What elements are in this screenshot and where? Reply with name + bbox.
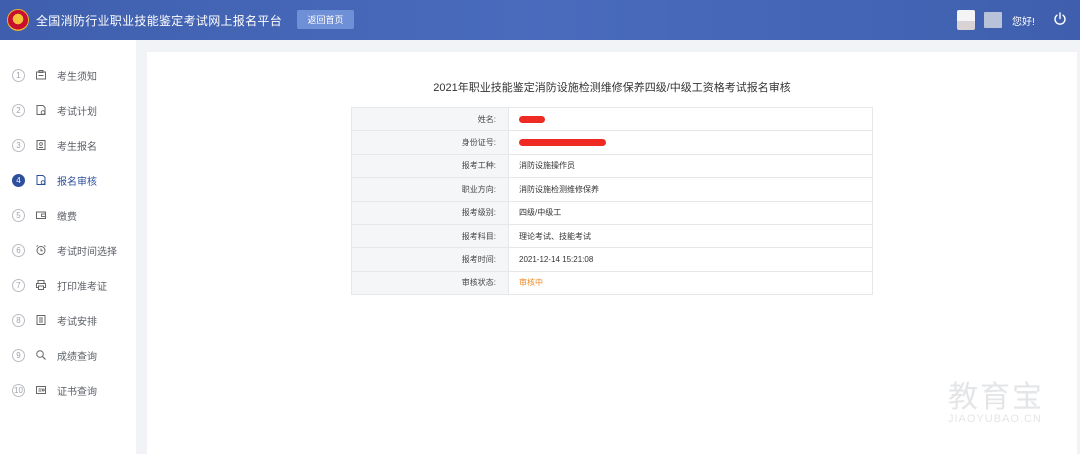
return-home-button[interactable]: 返回首页 — [297, 10, 354, 29]
step-number: 1 — [12, 68, 25, 82]
row-value — [508, 130, 873, 155]
sidebar-item-print-ticket[interactable]: 7 打印准考证 — [0, 275, 136, 295]
certificate-icon — [36, 386, 46, 394]
sidebar-item-label: 缴费 — [57, 211, 77, 223]
step-number: 7 — [12, 278, 25, 292]
watermark-logo-text: 教育宝 — [948, 380, 1044, 415]
row-value — [508, 106, 873, 132]
row-value: 2021-12-14 15:21:08 — [508, 247, 873, 272]
page-title: 2021年职业技能鉴定消防设施检测维修保养四级/中级工资格考试报名审核 — [433, 82, 791, 94]
watermark-domain: JIAOYUBAO.CN — [948, 413, 1042, 425]
step-number: 6 — [12, 243, 25, 257]
form-icon — [36, 140, 46, 150]
review-icon — [36, 175, 46, 185]
user-badge[interactable] — [984, 12, 1002, 28]
step-sidebar: 1 考生须知 2 考试计划 3 考生报名 4 报名审核 5 缴费 6 考试时间选… — [0, 40, 136, 454]
table-row: 报考科目: 理论考试、技能考试 — [351, 223, 873, 249]
clock-icon — [36, 245, 46, 255]
sidebar-item-label: 成绩查询 — [57, 351, 97, 363]
sidebar-item-review[interactable]: 4 报名审核 — [0, 170, 136, 190]
site-title: 全国消防行业职业技能鉴定考试网上报名平台 — [36, 13, 283, 28]
avatar[interactable] — [957, 10, 975, 30]
sidebar-item-score-query[interactable]: 9 成绩查询 — [0, 345, 136, 365]
table-row: 姓名: — [351, 106, 873, 132]
step-number: 3 — [12, 138, 25, 152]
row-label: 报考科目: — [351, 223, 509, 249]
fire-emblem-logo — [7, 9, 29, 31]
row-label: 姓名: — [351, 106, 509, 132]
status-badge: 审核中 — [519, 278, 543, 288]
sidebar-item-exam-arrangement[interactable]: 8 考试安排 — [0, 310, 136, 330]
sidebar-item-label: 报名审核 — [57, 176, 97, 188]
power-icon[interactable] — [1052, 11, 1068, 27]
step-number: 5 — [12, 208, 25, 222]
table-row: 报考级别: 四级/中级工 — [351, 200, 873, 225]
watermark: 教育宝 JIAOYUBAO.CN — [922, 372, 1062, 436]
wallet-icon — [36, 211, 46, 219]
table-row: 报考工种: 消防设施操作员 — [351, 153, 873, 179]
sidebar-item-label: 考生报名 — [57, 141, 97, 153]
row-label: 报考时间: — [351, 247, 509, 272]
sidebar-item-exam-plan[interactable]: 2 考试计划 — [0, 100, 136, 120]
step-number: 9 — [12, 348, 25, 362]
sidebar-item-label: 证书查询 — [57, 386, 97, 398]
sidebar-item-exam-time[interactable]: 6 考试时间选择 — [0, 240, 136, 260]
sidebar-item-label: 考试计划 — [57, 106, 97, 118]
table-row: 职业方向: 消防设施检测维修保养 — [351, 177, 873, 202]
step-number: 8 — [12, 313, 25, 327]
search-icon — [36, 350, 46, 360]
row-label: 审核状态: — [351, 270, 509, 296]
table-row: 身份证号: — [351, 130, 873, 155]
document-icon — [36, 105, 46, 115]
greeting-text: 您好! — [1012, 17, 1035, 28]
table-row: 审核状态: 审核中 — [351, 270, 873, 296]
redaction-mark — [519, 139, 606, 147]
sidebar-item-label: 打印准考证 — [57, 281, 107, 293]
sidebar-item-label: 考试时间选择 — [57, 246, 117, 258]
row-value: 理论考试、技能考试 — [508, 223, 873, 249]
top-header: 全国消防行业职业技能鉴定考试网上报名平台 返回首页 您好! — [0, 0, 1080, 40]
sidebar-item-payment[interactable]: 5 缴费 — [0, 205, 136, 225]
row-label: 身份证号: — [351, 130, 509, 155]
step-number: 4 — [12, 173, 25, 187]
row-label: 报考工种: — [351, 153, 509, 179]
row-label: 职业方向: — [351, 177, 509, 202]
row-value: 消防设施操作员 — [508, 153, 873, 179]
registration-review-table: 姓名: 身份证号: 报考工种: 消防设施操作员 职业方向: 消防设施检测维修保养… — [351, 106, 873, 296]
table-row: 报考时间: 2021-12-14 15:21:08 — [351, 247, 873, 272]
row-value: 审核中 — [508, 270, 873, 296]
step-number: 10 — [12, 383, 25, 397]
id-card-icon — [36, 70, 46, 80]
step-number: 2 — [12, 103, 25, 117]
sidebar-item-certificate-query[interactable]: 10 证书查询 — [0, 380, 136, 400]
row-value: 消防设施检测维修保养 — [508, 177, 873, 202]
building-icon — [36, 315, 46, 325]
row-label: 报考级别: — [351, 200, 509, 225]
redaction-mark — [519, 116, 545, 124]
sidebar-item-label: 考生须知 — [57, 71, 97, 83]
sidebar-item-registration[interactable]: 3 考生报名 — [0, 135, 136, 155]
printer-icon — [36, 280, 46, 290]
sidebar-item-exam-notice[interactable]: 1 考生须知 — [0, 65, 136, 85]
row-value: 四级/中级工 — [508, 200, 873, 225]
sidebar-item-label: 考试安排 — [57, 316, 97, 328]
